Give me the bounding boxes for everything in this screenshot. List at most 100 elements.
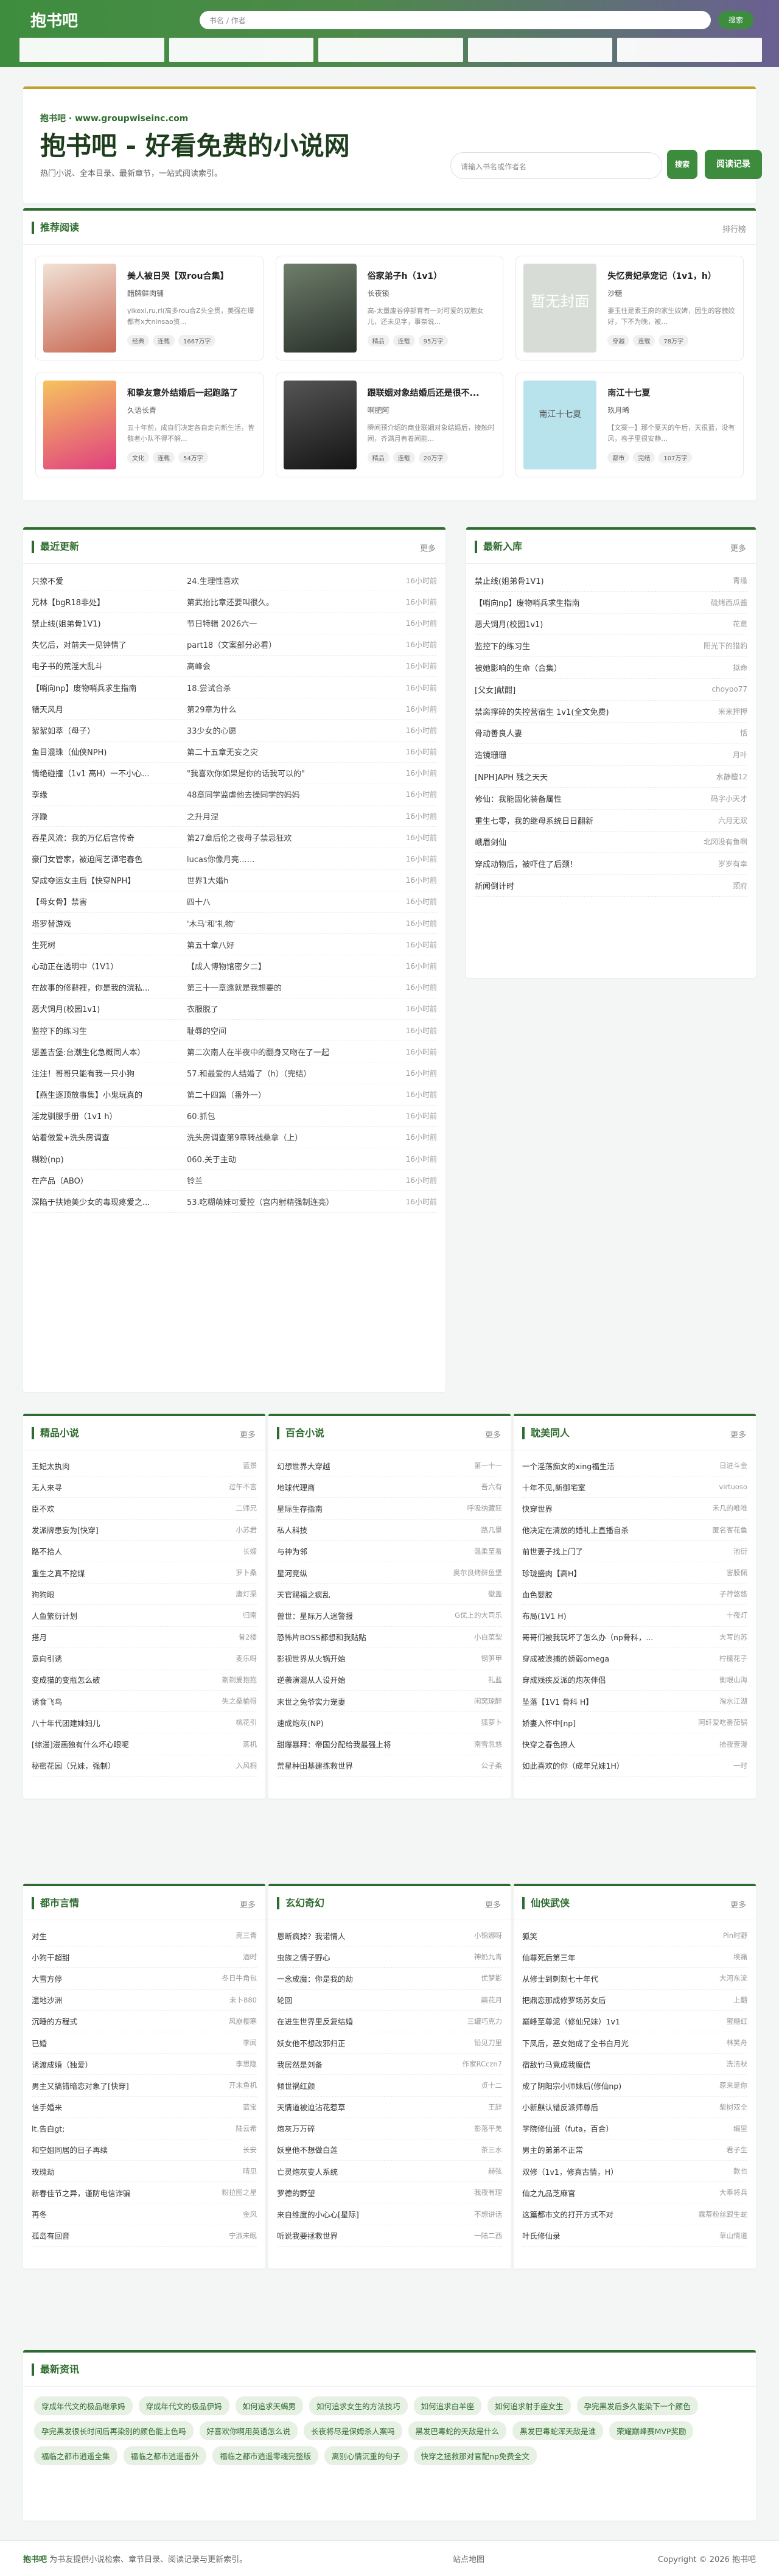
book-link[interactable]: 大雪方停	[32, 1973, 222, 1984]
book-link[interactable]: 双修（1v1，修真古情，H）	[522, 2166, 733, 2177]
book-link[interactable]: 妖女他不想改邪归正	[277, 2037, 474, 2049]
news-chip[interactable]: 快穿之拯救那对官配np免费全文	[413, 2446, 537, 2465]
chapter-link[interactable]: 第五十章八好	[187, 939, 398, 950]
chapter-link[interactable]: 33少女的心愿	[187, 725, 398, 736]
book-link[interactable]: 恩断疯掉？我诺情人	[277, 1930, 474, 1942]
book-link[interactable]: 狐笑	[522, 1930, 723, 1942]
site-logo[interactable]: 抱书吧	[30, 9, 78, 31]
news-chip[interactable]: 黑发巴毒蛇的天敌是什么	[408, 2421, 507, 2440]
book-link[interactable]: 豪门女管家，被迫闯艺谭宅春色	[32, 853, 187, 865]
book-link[interactable]: 快穿世界	[522, 1503, 713, 1514]
ranking-link[interactable]: 排行榜	[722, 223, 746, 234]
book-link[interactable]: 吞星风流：我的万亿后宫传奇	[32, 832, 187, 843]
chapter-link[interactable]: part18（文案部分必看）	[187, 639, 398, 650]
book-link[interactable]: 孤岛有回音	[32, 2230, 229, 2241]
book-cover[interactable]: 暂无封面	[523, 264, 597, 353]
book-link[interactable]: 峨眉剑仙	[475, 836, 704, 848]
book-link[interactable]: 心动正在透明中（1V1）	[32, 960, 187, 972]
book-link[interactable]: 造镜珊珊	[475, 749, 733, 760]
top-search-input[interactable]: 书名 / 作者	[200, 11, 711, 29]
book-link[interactable]: 仙尊死后第三年	[522, 1951, 733, 1963]
book-link[interactable]: 监控下的练习生	[475, 640, 704, 651]
book-link[interactable]: 重生七零，我的继母系统日日翻新	[475, 815, 718, 826]
nav-item[interactable]	[467, 38, 613, 62]
chapter-link[interactable]: 48章同学监虐他去操同学的妈妈	[187, 788, 398, 800]
book-link[interactable]: 甜爆暴拜：帝国分配给我最强上将	[277, 1738, 474, 1750]
chapter-link[interactable]: lucas你像月亮……	[187, 853, 398, 865]
book-title[interactable]: 失忆贵妃承宠记（1v1，h）	[607, 270, 736, 282]
book-link[interactable]: 情绝碰撞（1v1 高H）一不小心...	[32, 767, 187, 779]
book-link[interactable]: 成了阴阳宗小师妹后(修仙np)	[522, 2080, 719, 2091]
book-link[interactable]: 意向引诱	[32, 1652, 236, 1664]
book-link[interactable]: 珍珑盛肉【高H】	[522, 1567, 727, 1579]
book-cover[interactable]: 南江十七夏	[523, 381, 597, 469]
book-link[interactable]: 星际生存指南	[277, 1503, 467, 1514]
book-link[interactable]: 荒星种田基建拣救世界	[277, 1760, 481, 1771]
book-cover[interactable]	[283, 264, 357, 353]
chapter-link[interactable]: 洗头房调查第9章转战桑拿（上）	[187, 1131, 398, 1143]
book-link[interactable]: 【母女骨】禁害	[32, 896, 187, 907]
reading-history-button[interactable]: 阅读记录	[705, 150, 762, 179]
book-link[interactable]: 他决定在清放的婚礼上直播自杀	[522, 1524, 713, 1535]
chapter-link[interactable]: 第武抬比章还要叫很久。	[187, 596, 398, 608]
book-card[interactable]: 暂无封面 失忆贵妃承宠记（1v1，h） 沙糖 妻玉住是素王府的家生奴婢，因生的容貌姣好…	[515, 256, 744, 360]
chapter-link[interactable]: 53.吃糊萌妹可爱控（宫内射精强制连亮）	[187, 1196, 398, 1207]
book-link[interactable]: 重生之真不挖煤	[32, 1567, 236, 1579]
news-chip[interactable]: 穿成年代文的极品继承妈	[34, 2396, 133, 2415]
book-link[interactable]: 恶犬饲月(校园1v1)	[475, 618, 733, 630]
book-link[interactable]: 穿成残疾反派的炮灰伴侣	[522, 1674, 719, 1685]
news-chip[interactable]: 福临之都市逍遥全集	[34, 2446, 117, 2465]
book-link[interactable]: 湿地沙洲	[32, 1994, 229, 2006]
news-chip[interactable]: 好喜欢你啊用英语怎么说	[199, 2421, 298, 2440]
book-link[interactable]: 宿敌竹马竟成我魔信	[522, 2058, 727, 2070]
book-link[interactable]: 和空姐同居的日子再续	[32, 2144, 243, 2155]
news-chip[interactable]: 离别心情沉重的句子	[324, 2446, 408, 2465]
book-link[interactable]: 孪缘	[32, 788, 187, 800]
news-chip[interactable]: 如何追求射手座女生	[487, 2396, 571, 2415]
book-link[interactable]: 变成猫的变瓶怎么破	[32, 1674, 222, 1685]
book-card[interactable]: 和挚友意外结婚后一起跑路了 久语长青 五十年前，成自们决定各自走向新生活，皆骸者小队…	[35, 373, 264, 477]
book-link[interactable]: 一念成魔：你是我的劫	[277, 1973, 481, 1984]
book-link[interactable]: 穿成夺运女主后【快穿NPH】	[32, 874, 187, 886]
book-link[interactable]: 【哨向np】废物哨兵求生指南	[32, 682, 187, 693]
book-link[interactable]: 学院修仙班（futa，百合）	[522, 2122, 733, 2134]
book-link[interactable]: 路不拾人	[32, 1545, 243, 1557]
book-link[interactable]: 禁脔撑碎的失控营宿生 1v1(全文免费)	[475, 706, 718, 717]
book-link[interactable]: 如此喜欢的你（成年兄妹1H）	[522, 1760, 733, 1771]
news-chip[interactable]: 黑发巴毒蛇浑天敌是谁	[512, 2421, 604, 2440]
news-chip[interactable]: 穿成年代文的极品伊妈	[138, 2396, 229, 2415]
nav-item[interactable]	[617, 38, 762, 62]
latest-more-link[interactable]: 更多	[420, 542, 436, 553]
chapter-link[interactable]: 第三十一章遠就是我想要的	[187, 981, 398, 993]
book-link[interactable]: 秘密花园（兄妹，强制）	[32, 1760, 236, 1771]
book-link[interactable]: 小新麒认错反派师尊后	[522, 2101, 719, 2113]
book-link[interactable]: 恐怖片BOSS都想和我贴贴	[277, 1631, 474, 1643]
news-chip[interactable]: 孕完黑发后多久能染下一个颜色	[576, 2396, 698, 2415]
book-link[interactable]: 在产品（ABO）	[32, 1174, 187, 1186]
chapter-link[interactable]: 24.生理性喜欢	[187, 575, 398, 586]
book-link[interactable]: 坠落【1V1 骨科 H】	[522, 1696, 719, 1707]
book-link[interactable]: 前世妻子找上门了	[522, 1545, 733, 1557]
book-link[interactable]: [综漫]漫画独有什么坏心眼呢	[32, 1738, 243, 1750]
book-title[interactable]: 俗家弟子h（1v1）	[368, 270, 496, 282]
book-link[interactable]: 只撩不爱	[32, 575, 187, 586]
news-chip[interactable]: 如何追求白羊座	[413, 2396, 482, 2415]
news-chip[interactable]: 孕完黑发很长时间后再染别的颜色能上色吗	[34, 2421, 194, 2440]
nav-item[interactable]	[318, 38, 463, 62]
chapter-link[interactable]: 第二十四篇（番外一）	[187, 1089, 398, 1100]
book-link[interactable]: lt.告白gt;	[32, 2122, 236, 2134]
book-link[interactable]: 骨动善良人妻	[475, 727, 740, 739]
book-link[interactable]: 十年不见,新御宅室	[522, 1481, 719, 1493]
book-link[interactable]: 狗狗眼	[32, 1588, 236, 1600]
category-more-link[interactable]: 更多	[485, 1428, 501, 1440]
book-link[interactable]: 禁止线(姐弟骨1V1)	[32, 617, 187, 629]
news-chip[interactable]: 福临之都市逍遥番外	[123, 2446, 207, 2465]
book-link[interactable]: 人鱼繁衍计划	[32, 1610, 243, 1621]
book-link[interactable]: 来自维度的小心心[星际]	[277, 2208, 474, 2220]
book-card[interactable]: 美人被日哭【双rou合集】 醋牌鲜肉铺 yikexi,ru,rl(高多rou合Z头全…	[35, 256, 264, 360]
chapter-link[interactable]: 第二十五章无妄之灾	[187, 746, 398, 757]
book-link[interactable]: 无人来寻	[32, 1481, 229, 1493]
book-link[interactable]: 深陷于扶她美少女的毒现疼爱之...	[32, 1196, 187, 1207]
book-link[interactable]: 新春佳节之异，谨防电信诈骗	[32, 2187, 222, 2199]
book-link[interactable]: 逆袭演混从人设开始	[277, 1674, 488, 1685]
